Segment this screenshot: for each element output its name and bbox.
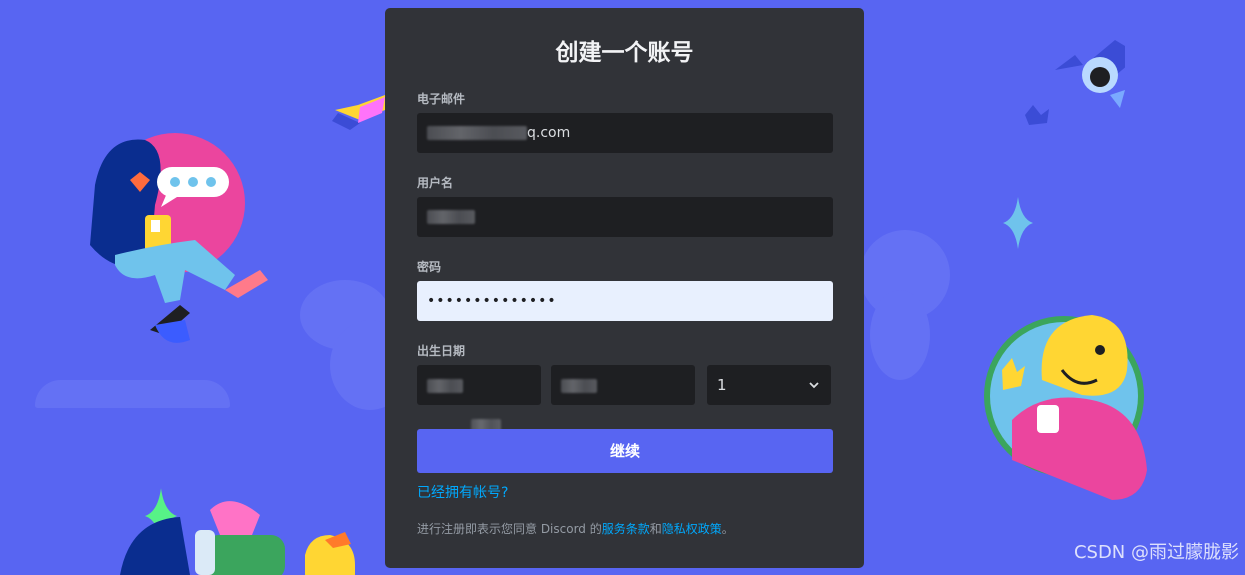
characters-illustration-bottom (120, 501, 355, 575)
password-field[interactable]: •••••••••••••• (417, 281, 833, 321)
password-label: 密码 (417, 260, 442, 274)
birthdate-label: 出生日期 (417, 344, 466, 358)
login-link[interactable]: 已经拥有帐号? (417, 482, 508, 502)
email-label: 电子邮件 (417, 92, 466, 106)
register-card: 创建一个账号 电子邮件 q.com 用户名 密码 •••••••••••••• … (385, 8, 864, 568)
terms-suffix: 。 (721, 522, 734, 536)
username-field[interactable] (417, 197, 833, 237)
page-title: 创建一个账号 (555, 40, 694, 66)
redacted-month (561, 378, 597, 393)
email-field[interactable]: q.com (417, 113, 833, 153)
watermark: CSDN @雨过朦胧影 (1073, 542, 1239, 563)
privacy-policy-link[interactable]: 隐私权政策 (662, 522, 722, 536)
bg-cloud (870, 290, 930, 380)
terms-of-service-link[interactable]: 服务条款 (602, 522, 650, 536)
terms-text: 进行注册即表示您同意 Discord 的服务条款和隐私权政策。 (417, 520, 734, 537)
birth-day-value: 1 (717, 376, 727, 394)
username-label: 用户名 (417, 176, 454, 190)
birth-month-select[interactable] (551, 365, 695, 405)
terms-prefix: 进行注册即表示您同意 Discord 的 (417, 522, 602, 536)
sparkle-icon (1003, 197, 1033, 249)
redacted-year (427, 378, 463, 393)
character-illustration-right (984, 315, 1147, 500)
redacted-username (427, 210, 475, 224)
bat-illustration (1025, 40, 1125, 125)
birth-day-select[interactable]: 1 (707, 365, 831, 405)
continue-button[interactable]: 继续 (417, 429, 833, 473)
terms-and: 和 (649, 522, 662, 536)
email-value-suffix: q.com (527, 125, 571, 141)
chevron-down-icon (809, 382, 819, 389)
redacted-email (427, 126, 527, 140)
book-illustration (332, 95, 385, 130)
birth-year-select[interactable] (417, 365, 541, 433)
bg-cloud (35, 380, 230, 408)
character-illustration-left (90, 133, 268, 343)
